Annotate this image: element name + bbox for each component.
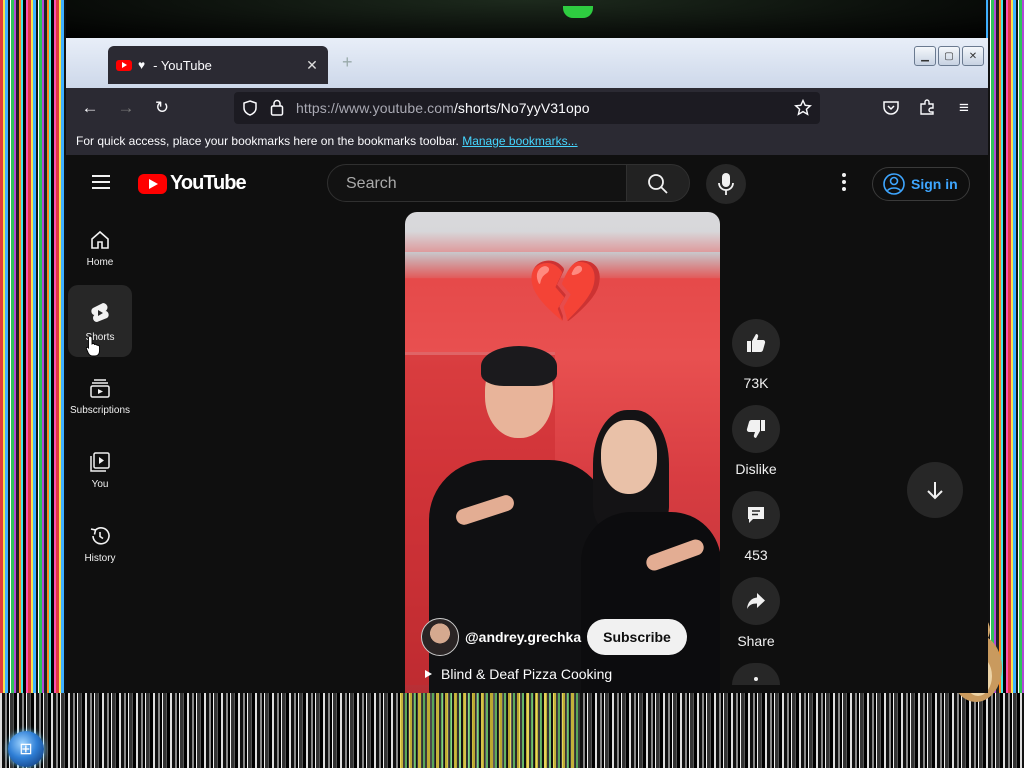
- comments-action: 453: [732, 491, 780, 563]
- youtube-logo-text: YouTube: [170, 172, 247, 194]
- guide-item-home[interactable]: Home: [68, 211, 132, 283]
- video-person-2-face: [601, 420, 657, 494]
- history-icon: [90, 526, 110, 545]
- desktop-top-band: [66, 0, 986, 38]
- guide-label: You: [91, 478, 109, 490]
- manage-bookmarks-link[interactable]: Manage bookmarks...: [462, 134, 577, 148]
- like-action: 73K: [732, 319, 780, 391]
- browser-navbar: ← → ↻ https://www.youtube.com/shorts/No7…: [66, 88, 988, 128]
- channel-avatar[interactable]: [421, 618, 459, 656]
- hand-cursor-icon: [86, 335, 100, 357]
- guide-label: History: [84, 552, 116, 564]
- more-action: [732, 663, 780, 685]
- youtube-play-icon: [138, 173, 167, 194]
- more-dots-icon: [754, 677, 758, 681]
- home-icon: [91, 230, 109, 249]
- minimize-icon[interactable]: ▁: [914, 46, 936, 66]
- subscriptions-icon: [90, 378, 110, 398]
- youtube-logo[interactable]: YouTube: [138, 172, 247, 195]
- mini-guide: Home Shorts Subscriptions You History: [68, 211, 136, 581]
- extensions-icon[interactable]: [918, 98, 936, 116]
- microphone-icon: [718, 173, 734, 195]
- guide-item-history[interactable]: History: [68, 507, 132, 579]
- lock-icon[interactable]: [270, 99, 284, 116]
- bookmarks-toolbar: For quick access, place your bookmarks h…: [66, 128, 988, 155]
- guide-item-you[interactable]: You: [68, 433, 132, 505]
- short-actions: 73K Dislike 453 Share: [732, 319, 780, 693]
- video-person-1-hair: [481, 346, 557, 386]
- dislike-action: Dislike: [732, 405, 780, 477]
- subscribe-button[interactable]: Subscribe: [587, 619, 687, 655]
- reload-icon[interactable]: ↻: [150, 96, 174, 120]
- shorts-icon: [91, 302, 109, 322]
- youtube-page: YouTube Search Sign in Home Shorts Subsc…: [66, 155, 988, 693]
- new-tab-icon[interactable]: +: [342, 52, 353, 73]
- your-channel-icon: [90, 451, 110, 472]
- sign-in-label: Sign in: [911, 176, 958, 192]
- url-text: https://www.youtube.com/shorts/No7yyV31o…: [296, 100, 590, 116]
- heart-tab-icon: ♥: [138, 58, 146, 72]
- guide-item-shorts[interactable]: Shorts: [68, 285, 132, 357]
- url-host: https://www.youtube.com: [296, 100, 454, 116]
- dislike-button[interactable]: [732, 405, 780, 453]
- shield-icon[interactable]: [242, 100, 258, 116]
- browser-tab-youtube[interactable]: ♥ - YouTube ✕: [108, 46, 328, 84]
- url-bar[interactable]: https://www.youtube.com/shorts/No7yyV31o…: [234, 92, 820, 124]
- youtube-favicon-icon: [116, 59, 132, 71]
- like-button[interactable]: [732, 319, 780, 367]
- pocket-icon[interactable]: [882, 99, 900, 117]
- short-title-row[interactable]: Blind & Deaf Pizza Cooking: [425, 666, 612, 682]
- guide-label: Subscriptions: [69, 404, 131, 416]
- tab-title: - YouTube: [153, 57, 212, 73]
- more-actions-button[interactable]: [732, 663, 780, 685]
- window-controls: ▁ ▢ ✕: [914, 46, 984, 66]
- share-label: Share: [737, 633, 775, 649]
- guide-label: Home: [86, 256, 114, 268]
- comment-icon: [748, 507, 764, 523]
- search-input[interactable]: [344, 174, 618, 194]
- broken-heart-icon: 💔: [527, 258, 605, 327]
- share-arrow-icon: [747, 593, 765, 609]
- desktop-bottom-band: [0, 693, 1024, 768]
- browser-titlebar: ♥ - YouTube ✕ + ▁ ▢ ✕: [66, 38, 988, 88]
- play-triangle-icon: [425, 670, 432, 678]
- sign-in-button[interactable]: Sign in: [872, 167, 970, 201]
- start-button[interactable]: ⊞: [8, 731, 44, 767]
- search-button[interactable]: [626, 164, 690, 202]
- more-options-icon[interactable]: [832, 173, 856, 195]
- share-action: Share: [732, 577, 780, 649]
- comments-button[interactable]: [732, 491, 780, 539]
- maximize-icon[interactable]: ▢: [938, 46, 960, 66]
- dislike-label: Dislike: [735, 461, 777, 477]
- like-count: 73K: [743, 375, 769, 391]
- account-icon: [883, 173, 905, 195]
- guide-item-subscriptions[interactable]: Subscriptions: [68, 359, 132, 431]
- arrow-down-icon: [927, 482, 943, 500]
- back-arrow-icon[interactable]: ←: [78, 96, 102, 120]
- search-icon: [648, 174, 668, 194]
- window-close-icon[interactable]: ✕: [962, 46, 984, 66]
- search-box: [327, 164, 627, 202]
- url-path: /shorts/No7yyV31opo: [453, 100, 590, 116]
- short-video-player[interactable]: 💔 @andrey.grechka Subscribe Blind & Deaf…: [405, 212, 720, 693]
- next-video-button[interactable]: [907, 462, 963, 518]
- short-channel-row: @andrey.grechka Subscribe: [421, 618, 687, 656]
- thumbs-down-icon: [746, 420, 765, 438]
- comment-count: 453: [744, 547, 768, 563]
- guide-menu-icon[interactable]: [92, 175, 110, 189]
- forward-arrow-icon[interactable]: →: [114, 96, 138, 120]
- desktop-color-band: [400, 693, 580, 768]
- thumbs-up-icon: [747, 334, 766, 352]
- browser-window: ♥ - YouTube ✕ + ▁ ▢ ✕ ← → ↻ https://www.…: [66, 38, 988, 693]
- voice-search-button[interactable]: [706, 164, 746, 204]
- share-button[interactable]: [732, 577, 780, 625]
- bookmark-star-icon[interactable]: [794, 99, 812, 117]
- menu-icon[interactable]: ≡: [952, 96, 976, 120]
- youtube-masthead: YouTube Search Sign in: [66, 155, 988, 211]
- desktop-top-indicator: [563, 6, 593, 18]
- channel-handle[interactable]: @andrey.grechka: [465, 629, 581, 645]
- tab-close-icon[interactable]: ✕: [302, 57, 322, 74]
- short-title: Blind & Deaf Pizza Cooking: [441, 666, 613, 682]
- bookmarks-hint: For quick access, place your bookmarks h…: [76, 134, 459, 148]
